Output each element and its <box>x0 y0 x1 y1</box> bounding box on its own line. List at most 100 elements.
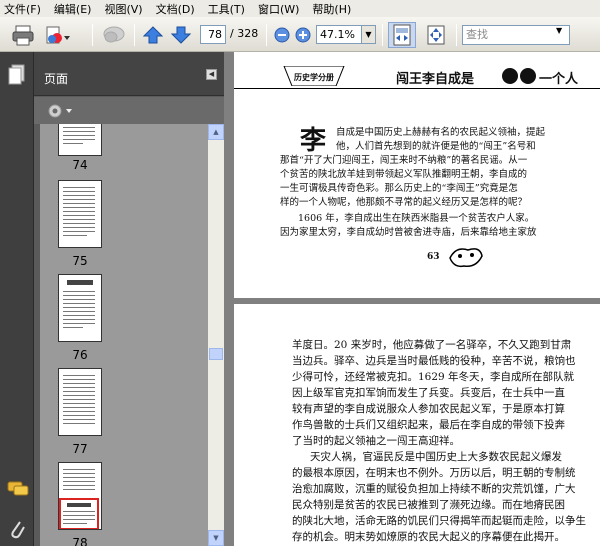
title-ornament <box>502 66 536 89</box>
menu-file[interactable]: 文件(F) <box>4 1 41 17</box>
zoom-dropdown-button[interactable]: ▼ <box>362 25 376 44</box>
arrow-up-icon <box>143 26 163 44</box>
navigation-strip <box>0 52 34 546</box>
panel-options-bar <box>34 97 224 124</box>
body-line: 因上级军官克扣军饷而发生了兵变。兵变后，在士兵中一直 <box>292 387 565 399</box>
body-line: 自成是中国历史上赫赫有名的农民起义领袖，提起 <box>336 127 546 138</box>
body-line: 较有声望的李自成说服众人参加农民起义军，于是原本打算 <box>292 403 565 415</box>
page-thumbnail-78[interactable] <box>58 462 102 530</box>
document-view[interactable]: 历史学分册 闯王李自成是 一个人 李 自成是中国历史上赫赫有名的农民起义领袖，提… <box>234 52 600 546</box>
search-input[interactable]: 查找 <box>462 25 570 45</box>
menu-document[interactable]: 文档(D) <box>156 1 195 17</box>
comment-bubble-icon <box>103 26 125 43</box>
body-line: 一生可谓极具传奇色彩。那么历史上的“李闯王”究竟是怎 <box>280 183 518 194</box>
body-line: 民众特别是贫苦的农民已被推到了濒死边缘。而在地瘠民困 <box>292 499 565 511</box>
printer-icon <box>12 25 34 46</box>
zoom-in-icon <box>295 27 311 43</box>
menu-edit[interactable]: 编辑(E) <box>54 1 92 17</box>
body-line: 治愈加腐败，沉重的赋役负担加上持续不断的灾荒饥馑，广大 <box>292 483 576 495</box>
body-line: 天灾人祸，官逼民反是中国历史上大多数农民起义爆发 <box>310 451 562 463</box>
page-thumbnail-75[interactable] <box>58 180 102 248</box>
toolbar-separator <box>134 24 135 46</box>
search-dropdown-icon[interactable]: ▼ <box>556 26 562 35</box>
pages-icon <box>8 64 25 85</box>
pages-panel-button[interactable] <box>7 64 27 89</box>
menu-bar: 文件(F) 编辑(E) 视图(V) 文档(D) 工具(T) 窗口(W) 帮助(H… <box>0 0 600 17</box>
thumbnail-label-76: 76 <box>72 348 88 362</box>
page-thumbnail-image <box>63 127 95 144</box>
menu-help[interactable]: 帮助(H) <box>312 1 351 17</box>
page-thumbnail-image <box>59 469 99 530</box>
chapter-title: 闯王李自成是 <box>396 72 475 87</box>
body-line: 的最根本原因，在明末也不例外。万历以后，明王朝的专制统 <box>292 467 576 479</box>
thumbnail-label-74: 74 <box>72 158 88 172</box>
menu-window[interactable]: 窗口(W) <box>258 1 299 17</box>
body-line: 了当时的起义领袖之一闯王高迎祥。 <box>292 435 460 447</box>
zoom-level-input[interactable]: 47.1% <box>316 25 362 44</box>
thumbnail-label-77: 77 <box>72 442 88 456</box>
body-line: 当边兵。驿卒、边兵是当时最低贱的役种，辛苦不说，粮饷也 <box>292 355 576 367</box>
previous-page-button[interactable] <box>142 22 164 48</box>
gear-icon <box>48 104 72 118</box>
scroll-up-button[interactable]: ▲ <box>208 124 224 140</box>
ornament-icon <box>449 248 483 268</box>
page-thumbnail-image <box>63 375 95 424</box>
thumbnail-list: 74 75 76 77 78 <box>40 124 208 546</box>
page-number: 63 <box>427 252 440 262</box>
thumbnail-scrollbar[interactable]: ▲ ▼ <box>208 124 224 546</box>
menu-view[interactable]: 视图(V) <box>104 1 142 17</box>
title-ornament-icon <box>502 68 536 84</box>
body-line: 样的一个人物呢，他那颇不寻常的起义经历又是怎样的呢？ <box>280 197 528 208</box>
scrollbar-thumb[interactable] <box>209 348 223 360</box>
menu-tools[interactable]: 工具(T) <box>208 1 245 17</box>
chapter-title-end: 一个人 <box>539 72 579 87</box>
pages-panel-header: 页面 ◀ <box>34 52 224 96</box>
toolbar-separator <box>456 24 457 46</box>
share-icon <box>46 26 70 44</box>
body-line: 因为家里太穷，李自成幼时曾被舍进寺庙，后来靠给地主家放 <box>280 227 537 238</box>
body-line: 的陕北大地，活命无路的饥民们只得揭竿而起铤而走险，以争生 <box>292 515 586 527</box>
comments-panel-button[interactable] <box>7 480 29 501</box>
toolbar-separator <box>92 24 93 46</box>
body-line: 作鸟兽散的士兵们又组织起来，最后在李自成的带领下投奔 <box>292 419 565 431</box>
body-line: 少得可怜，还经常被克扣。1629 年冬天，李自成所在部队就 <box>292 371 575 383</box>
fit-width-button[interactable] <box>388 22 416 48</box>
zoom-out-button[interactable] <box>274 22 290 48</box>
options-button[interactable] <box>46 102 74 123</box>
next-page-button[interactable] <box>170 22 192 48</box>
page-number-input[interactable]: 78 <box>200 25 226 44</box>
body-line: 羊度日。20 来岁时，他应募做了一名驿卒，不久又跑到甘肃 <box>292 339 572 351</box>
page-thumbnail-image <box>63 280 95 328</box>
body-line: 他，人们首先想到的就许便是他的“闯王”名号和 <box>336 141 536 152</box>
page-thumbnail-74[interactable] <box>58 124 102 156</box>
zoom-in-button[interactable] <box>295 22 311 48</box>
page-total: / 328 <box>230 27 259 40</box>
fit-page-button[interactable] <box>423 22 449 48</box>
scroll-down-button[interactable]: ▼ <box>208 530 224 546</box>
review-button[interactable] <box>100 22 128 48</box>
body-line: 个贫苦的陕北放羊娃到带领起义军队推翻明王朝，李自成的 <box>280 169 528 180</box>
fit-page-icon <box>427 25 445 45</box>
toolbar-separator <box>382 24 383 46</box>
page-thumbnail-76[interactable] <box>58 274 102 342</box>
thumbnail-label-75: 75 <box>72 254 88 268</box>
page-thumbnail-image <box>63 187 95 236</box>
collaborate-button[interactable] <box>42 22 72 48</box>
pdf-page-lower: 羊度日。20 来岁时，他应募做了一名驿卒，不久又跑到甘肃 当边兵。驿卒、边兵是当… <box>234 304 600 546</box>
fit-width-icon <box>393 24 411 46</box>
attachments-panel-button[interactable] <box>8 518 26 543</box>
body-line: 1606 年，李自成出生在陕西米脂县一个贫苦农户人家。 <box>298 213 535 224</box>
paperclip-icon <box>11 521 25 539</box>
print-button[interactable] <box>8 22 38 48</box>
page-thumbnail-77[interactable] <box>58 368 102 436</box>
pages-panel: 页面 ◀ 74 75 76 77 78 ▲ ▼ <box>34 52 224 546</box>
thumbnail-label-78: 78 <box>72 536 88 546</box>
pages-panel-title: 页面 <box>44 72 69 86</box>
arrow-down-icon <box>171 26 191 44</box>
pdf-page-upper: 历史学分册 闯王李自成是 一个人 李 自成是中国历史上赫赫有名的农民起义领袖，提… <box>234 52 600 298</box>
body-line: 那首“开了大门迎闯王，闯王来时不纳粮”的著名民谣。从一 <box>280 155 528 166</box>
comments-icon <box>7 481 29 496</box>
page-ornament <box>446 242 486 275</box>
collapse-panel-button[interactable]: ◀ <box>206 69 217 80</box>
body-line: 存的机会。明末势如燎原的农民大起义的序幕便在此揭开。 <box>292 531 565 543</box>
